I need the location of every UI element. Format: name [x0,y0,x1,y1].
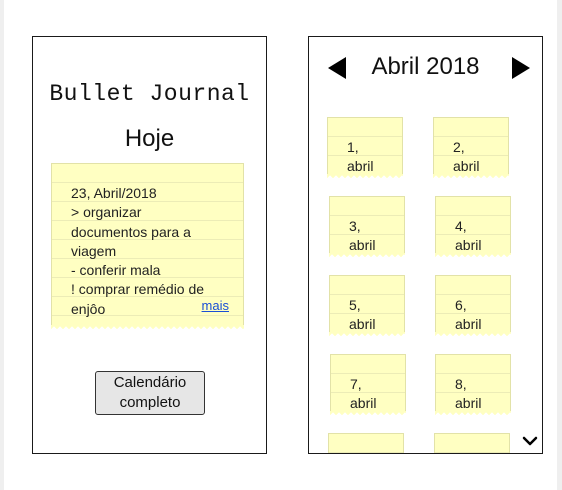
day-card[interactable] [434,433,510,453]
window-edge-right [557,0,562,490]
note-line: documentos para a [71,223,191,240]
day-label: 8, abril [455,376,482,411]
full-calendar-button[interactable]: Calendário completo [95,371,205,415]
triangle-left-icon[interactable] [328,57,346,79]
note-line: ! comprar remédio de [71,281,205,298]
day-label: 2, abril [453,139,480,174]
day-card[interactable] [328,433,404,453]
day-card[interactable]: 1, abril [327,117,403,180]
more-link[interactable]: mais [202,298,229,313]
note-line: - conferir mala [71,262,161,279]
calendar-panel: Abril 2018 1, abril 2, abril 3, abril 4, abr… [308,36,543,454]
day-label: 4, abril [455,218,482,253]
day-label: 6, abril [455,297,482,332]
today-panel: Bullet Journal Hoje 23, Abril/2018 > org… [32,36,267,454]
chevron-down-icon[interactable] [522,434,538,448]
day-card[interactable]: 8, abril [435,354,511,417]
full-calendar-label: Calendário [113,374,187,391]
day-card[interactable]: 4, abril [435,196,511,259]
day-card[interactable]: 6, abril [435,275,511,338]
day-card[interactable]: 2, abril [433,117,509,180]
day-card[interactable]: 3, abril [329,196,405,259]
today-note[interactable]: 23, Abril/2018 > organizar documentos pa… [51,163,244,331]
app-title: Bullet Journal [49,81,250,107]
today-heading: Hoje [124,125,175,152]
full-calendar-label: completo [119,394,181,411]
month-title: Abril 2018 [371,53,480,80]
day-label: 3, abril [349,218,376,253]
day-card[interactable]: 5, abril [329,275,405,338]
day-label: 7, abril [350,376,377,411]
note-line: viagem [71,242,117,259]
note-date: 23, Abril/2018 [71,185,157,201]
window-edge-left [0,0,4,490]
note-line: > organizar [71,204,142,221]
day-label: 1, abril [347,139,374,174]
triangle-right-icon[interactable] [512,57,530,79]
day-card[interactable]: 7, abril [330,354,406,417]
day-label: 5, abril [349,297,376,332]
